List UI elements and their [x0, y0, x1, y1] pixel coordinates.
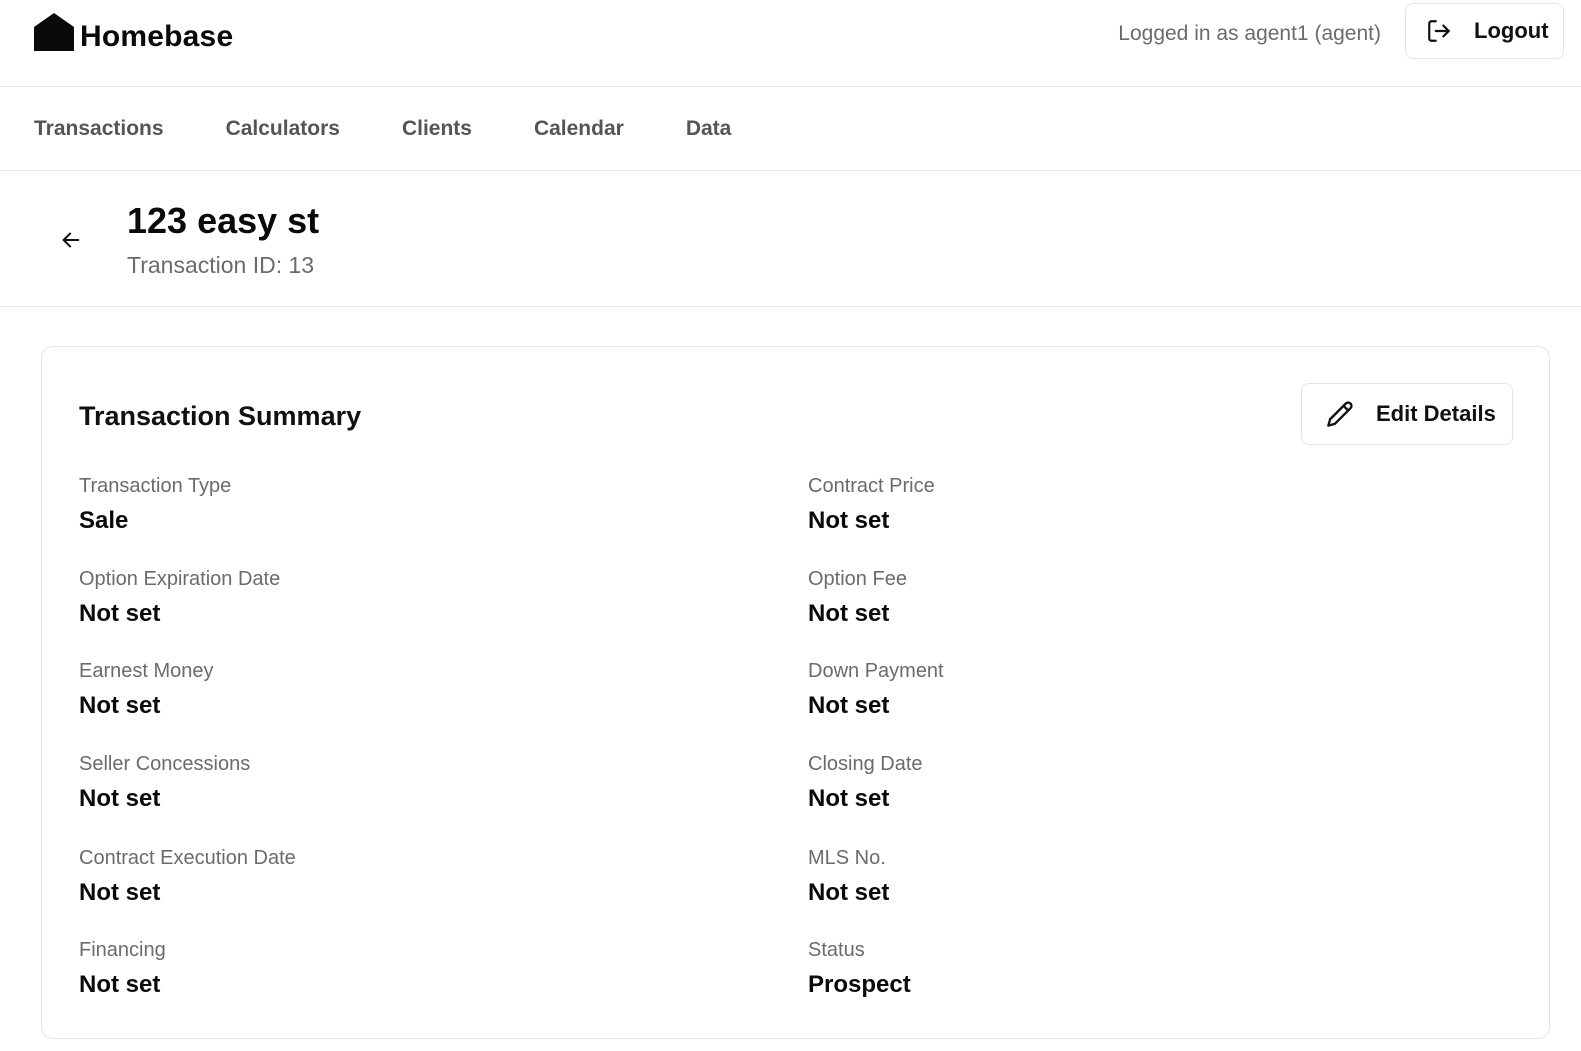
field-value: Not set [808, 600, 890, 627]
field-contract-price: Contract Price Not set [808, 473, 1408, 537]
page-title: 123 easy st [127, 200, 320, 241]
edit-details-button[interactable]: Edit Details [1301, 383, 1513, 445]
nav-item-data[interactable]: Data [686, 115, 732, 143]
card-title: Transaction Summary [79, 401, 362, 431]
app-name: Homebase [80, 20, 234, 53]
pencil-icon [1327, 401, 1353, 427]
field-value: Not set [79, 971, 161, 998]
field-label: Option Fee [808, 568, 907, 590]
field-value: Prospect [808, 971, 911, 998]
field-mls-no: MLS No. Not set [808, 845, 1408, 909]
field-closing-date: Closing Date Not set [808, 751, 1408, 815]
field-seller-concessions: Seller Concessions Not set [79, 751, 679, 815]
top-bar: Homebase Logged in as agent1 (agent) Log… [0, 0, 1581, 87]
nav-item-calendar[interactable]: Calendar [534, 115, 624, 143]
field-label: Earnest Money [79, 660, 214, 682]
field-label: Closing Date [808, 753, 923, 775]
field-label: Seller Concessions [79, 753, 251, 775]
logout-icon [1428, 20, 1450, 42]
field-value: Not set [808, 507, 890, 534]
field-option-fee: Option Fee Not set [808, 566, 1408, 630]
field-value: Not set [79, 785, 161, 812]
field-label: Status [808, 939, 865, 961]
field-earnest-money: Earnest Money Not set [79, 658, 679, 722]
field-financing: Financing Not set [79, 937, 679, 1001]
back-button[interactable] [52, 223, 90, 257]
field-label: Transaction Type [79, 475, 232, 497]
nav-item-transactions[interactable]: Transactions [34, 115, 164, 143]
field-contract-execution-date: Contract Execution Date Not set [79, 845, 679, 909]
field-label: Contract Execution Date [79, 847, 296, 869]
field-value: Not set [808, 879, 890, 906]
main-nav: Transactions Calculators Clients Calenda… [0, 87, 1581, 171]
transaction-id: Transaction ID: 13 [127, 252, 315, 278]
nav-item-calculators[interactable]: Calculators [226, 115, 340, 143]
logged-in-user-text: Logged in as agent1 (agent) [1118, 22, 1381, 45]
nav-item-clients[interactable]: Clients [402, 115, 472, 143]
field-value: Not set [79, 600, 161, 627]
transaction-summary-card: Transaction Summary Edit Details Transac… [41, 346, 1550, 1039]
field-option-expiration-date: Option Expiration Date Not set [79, 566, 679, 630]
field-label: Financing [79, 939, 166, 961]
field-value: Not set [808, 785, 890, 812]
logout-button[interactable]: Logout [1405, 3, 1564, 59]
field-value: Not set [79, 692, 161, 719]
page-header: 123 easy st Transaction ID: 13 [0, 171, 1581, 307]
logout-label: Logout [1474, 18, 1549, 43]
field-label: Contract Price [808, 475, 935, 497]
field-down-payment: Down Payment Not set [808, 658, 1408, 722]
field-label: Option Expiration Date [79, 568, 281, 590]
field-label: MLS No. [808, 847, 886, 869]
field-value: Not set [808, 692, 890, 719]
house-icon [34, 13, 74, 51]
field-status: Status Prospect [808, 937, 1408, 1001]
arrow-left-icon [62, 232, 80, 248]
field-value: Sale [79, 507, 129, 534]
brand-logo[interactable]: Homebase [34, 12, 233, 53]
field-value: Not set [79, 879, 161, 906]
field-label: Down Payment [808, 660, 944, 682]
edit-details-label: Edit Details [1376, 401, 1496, 426]
field-transaction-type: Transaction Type Sale [79, 473, 679, 537]
